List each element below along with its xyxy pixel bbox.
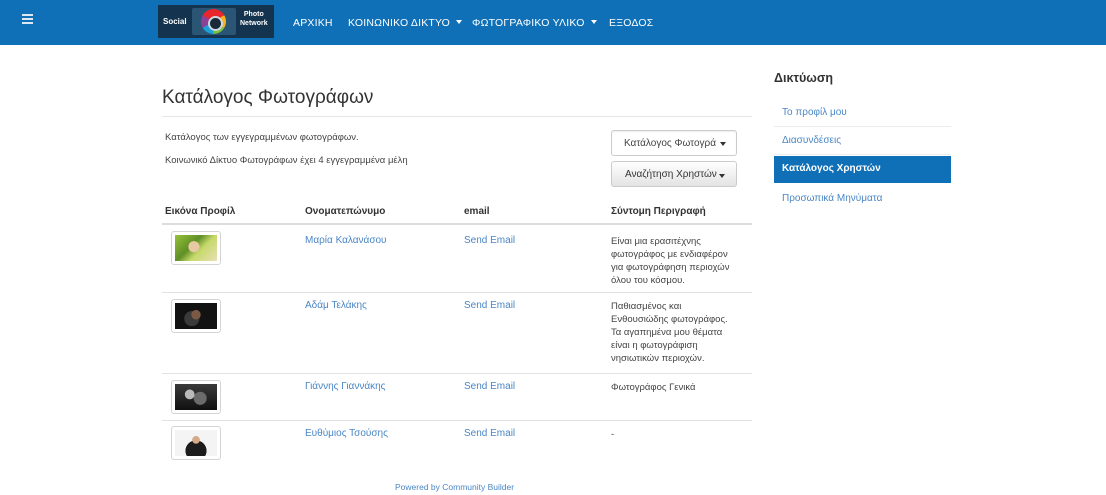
column-header-avatar: Εικόνα Προφίλ xyxy=(165,206,236,217)
search-users-button[interactable]: Αναζήτηση Χρηστών xyxy=(611,161,737,187)
user-name-link[interactable]: Μαρία Καλανάσου xyxy=(305,235,387,246)
row-divider xyxy=(162,373,752,374)
column-header-email: email xyxy=(464,206,490,217)
list-select[interactable]: Κατάλογος Φωτογρά xyxy=(611,130,737,156)
page-title: Κατάλογος Φωτογράφων xyxy=(162,87,374,108)
sidebar-item-my-profile[interactable]: Το προφίλ μου xyxy=(774,100,951,127)
avatar[interactable] xyxy=(171,426,221,460)
nav-item-logout[interactable]: ΕΞΟΔΟΣ xyxy=(609,17,653,29)
logo-text-social: Social xyxy=(163,17,187,26)
powered-by-link[interactable]: Powered by Community Builder xyxy=(395,482,514,492)
user-description: Είναι μια ερασιτέχνης φωτογράφος με ενδι… xyxy=(611,236,730,286)
nav-item-home[interactable]: ΑΡΧΙΚΗ xyxy=(293,17,333,29)
column-header-description: Σύντομη Περιγραφή xyxy=(611,206,706,217)
sidebar-title: Δικτύωση xyxy=(774,71,834,85)
menu-icon[interactable] xyxy=(22,14,33,24)
user-description: Φωτογράφος Γενικά xyxy=(611,382,696,393)
send-email-link[interactable]: Send Email xyxy=(464,235,515,246)
select-arrow-icon xyxy=(720,142,726,146)
send-email-link[interactable]: Send Email xyxy=(464,428,515,439)
sidebar-item-connections[interactable]: Διασυνδέσεις xyxy=(774,128,951,155)
avatar[interactable] xyxy=(171,299,221,333)
user-name-link[interactable]: Αδάμ Τελάκης xyxy=(305,300,367,311)
table-header-divider xyxy=(162,223,752,225)
user-name-link[interactable]: Γιάννης Γιαννάκης xyxy=(305,381,385,392)
column-header-name: Ονοματεπώνυμο xyxy=(305,206,386,217)
row-divider xyxy=(162,420,752,421)
chevron-down-icon xyxy=(590,20,597,24)
send-email-link[interactable]: Send Email xyxy=(464,381,515,392)
nav-item-photo-material[interactable]: ΦΩΤΟΓΡΑΦΙΚΟ ΥΛΙΚΟ xyxy=(472,17,597,29)
user-description: - xyxy=(611,429,615,440)
row-divider xyxy=(162,292,752,293)
nav-item-social-network[interactable]: ΚΟΙΝΩΝΙΚΟ ΔΙΚΤΥΟ xyxy=(348,17,463,29)
member-count: Κοινωνικό Δίκτυο Φωτογράφων έχει 4 εγγεγ… xyxy=(165,155,408,166)
list-description: Κατάλογος των εγγεγραμμένων φωτογράφων. xyxy=(165,132,359,143)
sidebar-item-private-messages[interactable]: Προσωπικά Μηνύματα xyxy=(774,186,951,213)
title-divider xyxy=(162,116,752,117)
logo-text-photo-network: Photo Network xyxy=(240,11,268,27)
send-email-link[interactable]: Send Email xyxy=(464,300,515,311)
avatar[interactable] xyxy=(171,380,221,414)
site-logo[interactable]: Social Photo Network xyxy=(158,5,274,38)
sidebar-item-user-list[interactable]: Κατάλογος Χρηστών xyxy=(774,156,951,183)
avatar[interactable] xyxy=(171,231,221,265)
camera-lens-icon xyxy=(192,8,236,35)
top-navbar: Social Photo Network ΑΡΧΙΚΗ ΚΟΙΝΩΝΙΚΟ ΔΙ… xyxy=(0,0,1106,45)
chevron-down-icon xyxy=(719,174,725,178)
user-name-link[interactable]: Ευθύμιος Τσούσης xyxy=(305,428,388,439)
user-description: Παθιασμένος και Ενθουσιώδης φωτογράφος. … xyxy=(611,301,728,364)
chevron-down-icon xyxy=(456,20,463,24)
